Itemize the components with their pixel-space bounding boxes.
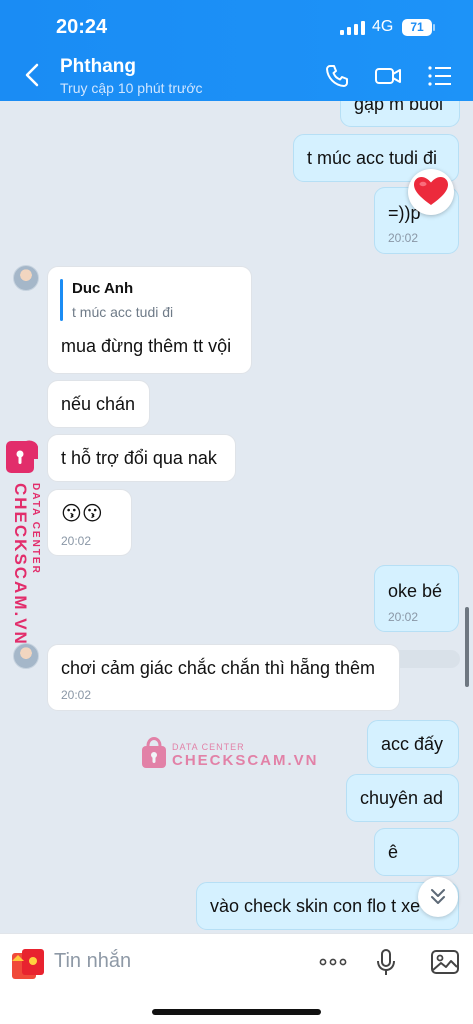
scroll-to-bottom-button[interactable] xyxy=(418,877,458,917)
image-gallery-icon[interactable] xyxy=(429,946,461,978)
message-text: 😗😗 xyxy=(61,503,103,525)
battery-tip xyxy=(433,24,435,31)
menu-list-icon[interactable] xyxy=(426,62,454,90)
message-text: nếu chán xyxy=(61,394,136,414)
contact-name[interactable]: Phthang xyxy=(60,56,136,78)
message-sent[interactable]: oke bé 20:02 xyxy=(374,565,459,632)
watermark-line2: CHECKSCAM.VN xyxy=(11,483,30,646)
message-time: 20:02 xyxy=(388,231,419,245)
lock-icon xyxy=(142,737,166,768)
watermark-line2: CHECKSCAM.VN xyxy=(172,752,319,769)
message-time: 20:02 xyxy=(61,534,92,548)
message-text: gặp m buổi xyxy=(354,101,444,114)
message-text: t múc acc tudi đi xyxy=(307,148,438,168)
message-text: acc đấy xyxy=(381,734,444,754)
back-arrow-icon[interactable] xyxy=(18,60,48,90)
lock-icon xyxy=(6,440,38,473)
message-list[interactable]: gặp m buổi t múc acc tudi đi =))p 20:02 … xyxy=(0,101,473,933)
message-input-bar: Tin nhắn xyxy=(0,933,473,1024)
home-indicator xyxy=(152,1009,321,1015)
double-chevron-down-icon xyxy=(431,889,445,904)
message-received-reply[interactable]: Duc Anh t múc acc tudi đi mua đừng thêm … xyxy=(47,266,252,374)
scrollbar[interactable] xyxy=(465,607,469,687)
message-text: chơi cảm giác chắc chắn thì hẵng thêm xyxy=(61,658,375,678)
last-seen-status: Truy cập 10 phút trước xyxy=(60,80,203,96)
message-text: chuyên ad xyxy=(360,788,444,808)
microphone-icon[interactable] xyxy=(370,946,402,978)
quoted-text: t múc acc tudi đi xyxy=(72,304,174,320)
message-text: t hỗ trợ đổi qua nak xyxy=(61,448,217,468)
message-sent[interactable]: acc đấy xyxy=(367,720,459,768)
watermark-center: DATA CENTER CHECKSCAM.VN xyxy=(140,734,317,774)
message-received[interactable]: chơi cảm giác chắc chắn thì hẵng thêm 20… xyxy=(47,644,400,711)
more-options-icon[interactable] xyxy=(317,946,349,978)
signal-icon xyxy=(340,21,366,35)
message-text: vào check skin con flo t xe xyxy=(210,896,421,916)
message-text: ê xyxy=(388,842,399,862)
battery-icon: 71 xyxy=(402,19,432,36)
phone-call-icon[interactable] xyxy=(323,62,351,90)
quote-bar xyxy=(60,279,63,321)
message-input[interactable]: Tin nhắn xyxy=(54,950,131,973)
message-time: 20:02 xyxy=(61,688,92,702)
sticker-icon[interactable] xyxy=(8,943,48,983)
message-text: mua đừng thêm tt vội xyxy=(61,336,232,356)
message-time: 20:02 xyxy=(388,610,419,624)
message-text: oke bé xyxy=(388,581,443,601)
quoted-author: Duc Anh xyxy=(72,280,134,297)
video-call-icon[interactable] xyxy=(374,62,402,90)
message-sent[interactable]: chuyên ad xyxy=(346,774,459,822)
watermark-line1: DATA CENTER xyxy=(172,742,245,752)
message-received[interactable]: 😗😗 20:02 xyxy=(47,489,132,556)
message-received[interactable]: t hỗ trợ đổi qua nak xyxy=(47,434,236,482)
watermark-line1: DATA CENTER xyxy=(30,483,41,575)
message-received[interactable]: nếu chán xyxy=(47,380,150,428)
network-type: 4G xyxy=(372,18,394,35)
message-sent[interactable]: gặp m buổi xyxy=(340,101,460,127)
watermark-text: DATA CENTER CHECKSCAM.VN xyxy=(10,483,50,653)
message-sent[interactable]: ê xyxy=(374,828,459,876)
sender-avatar[interactable] xyxy=(13,265,39,291)
chat-header: 20:24 4G 71 Phthang Truy cập 10 phút trư… xyxy=(0,0,473,101)
watermark-side: DATA CENTER CHECKSCAM.VN xyxy=(4,437,48,647)
status-time: 20:24 xyxy=(56,16,108,38)
heart-reaction-icon[interactable] xyxy=(408,169,454,215)
